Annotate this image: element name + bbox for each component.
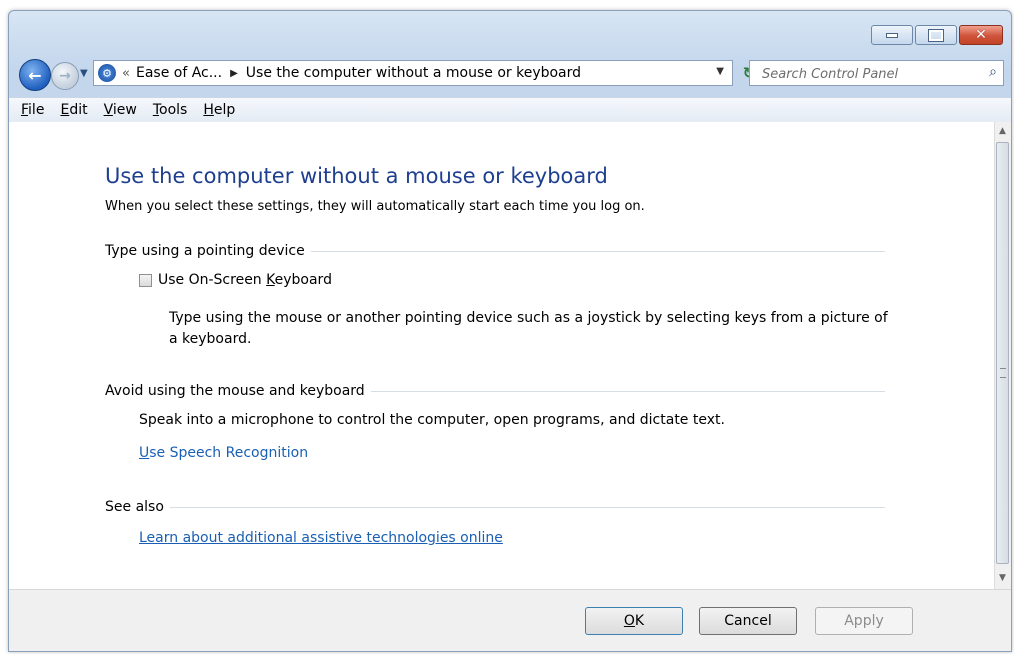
close-button[interactable]: ✕ bbox=[959, 25, 1003, 45]
navigation-bar: ← → ▼ ⚙ « Ease of Ac... ▶ Use the comput… bbox=[9, 57, 1011, 91]
search-input[interactable] bbox=[760, 64, 974, 84]
cancel-button[interactable]: Cancel bbox=[699, 607, 797, 635]
section-header-pointing-device: Type using a pointing device bbox=[105, 242, 885, 260]
menu-bar: File Edit View Tools Help bbox=[9, 97, 1011, 123]
section-divider bbox=[370, 390, 885, 392]
menu-file[interactable]: File bbox=[21, 102, 44, 118]
section-divider bbox=[310, 250, 885, 252]
on-screen-keyboard-checkbox[interactable] bbox=[139, 273, 152, 287]
forward-arrow-icon: → bbox=[59, 68, 71, 84]
dialog-footer: OK Cancel Apply bbox=[9, 589, 1011, 651]
menu-tools[interactable]: Tools bbox=[153, 102, 188, 118]
apply-button[interactable]: Apply bbox=[815, 607, 913, 635]
content-pane: Use the computer without a mouse or keyb… bbox=[9, 122, 995, 589]
grip-icon bbox=[1000, 368, 1006, 378]
address-bar[interactable]: ⚙ « Ease of Ac... ▶ Use the computer wit… bbox=[93, 60, 733, 86]
breadcrumb-separator-icon[interactable]: ▶ bbox=[230, 68, 238, 79]
assistive-technologies-link[interactable]: Learn about additional assistive technol… bbox=[139, 530, 503, 546]
speech-recognition-link[interactable]: Use Speech Recognition bbox=[139, 445, 308, 461]
on-screen-keyboard-option[interactable]: Use On-Screen Keyboard bbox=[139, 272, 332, 288]
menu-view[interactable]: View bbox=[104, 102, 137, 118]
scrollbar-thumb[interactable] bbox=[996, 142, 1009, 564]
recent-pages-dropdown-icon[interactable]: ▼ bbox=[80, 68, 88, 79]
forward-button[interactable]: → bbox=[51, 62, 79, 90]
speech-description: Speak into a microphone to control the c… bbox=[139, 412, 725, 428]
minimize-icon bbox=[886, 32, 898, 38]
section-divider bbox=[169, 506, 885, 508]
back-arrow-icon: ← bbox=[28, 65, 42, 85]
maximize-button[interactable] bbox=[915, 25, 957, 45]
close-icon: ✕ bbox=[975, 27, 987, 43]
on-screen-keyboard-description: Type using the mouse or another pointing… bbox=[169, 310, 888, 347]
breadcrumb-current[interactable]: Use the computer without a mouse or keyb… bbox=[246, 65, 581, 81]
control-panel-icon: ⚙ bbox=[98, 64, 116, 82]
section-header-see-also: See also bbox=[105, 498, 885, 516]
breadcrumb-parent[interactable]: Ease of Ac... bbox=[136, 65, 222, 81]
scroll-down-arrow-icon[interactable]: ▼ bbox=[999, 573, 1006, 583]
title-bar: ✕ bbox=[9, 11, 1011, 53]
page-subtitle: When you select these settings, they wil… bbox=[105, 199, 645, 214]
section-header-avoid-mouse-keyboard: Avoid using the mouse and keyboard bbox=[105, 382, 885, 400]
page-title: Use the computer without a mouse or keyb… bbox=[105, 164, 608, 188]
on-screen-keyboard-label[interactable]: Use On-Screen Keyboard bbox=[158, 272, 332, 288]
minimize-button[interactable] bbox=[871, 25, 913, 45]
search-box[interactable]: ⌕ bbox=[749, 60, 1004, 86]
ok-button[interactable]: OK bbox=[585, 607, 683, 635]
address-dropdown-icon[interactable]: ▼ bbox=[716, 66, 724, 77]
search-icon[interactable]: ⌕ bbox=[989, 64, 997, 80]
maximize-icon bbox=[928, 28, 944, 42]
scroll-up-arrow-icon[interactable]: ▲ bbox=[999, 126, 1006, 136]
back-button[interactable]: ← bbox=[19, 59, 51, 91]
control-panel-window: ✕ ← → ▼ ⚙ « Ease of Ac... ▶ Use the comp… bbox=[8, 10, 1012, 652]
vertical-scrollbar[interactable]: ▲ ▼ bbox=[994, 122, 1011, 589]
caption-buttons: ✕ bbox=[869, 25, 1003, 45]
menu-edit[interactable]: Edit bbox=[60, 102, 87, 118]
menu-help[interactable]: Help bbox=[203, 102, 235, 118]
breadcrumb-collapse[interactable]: « bbox=[122, 66, 130, 81]
